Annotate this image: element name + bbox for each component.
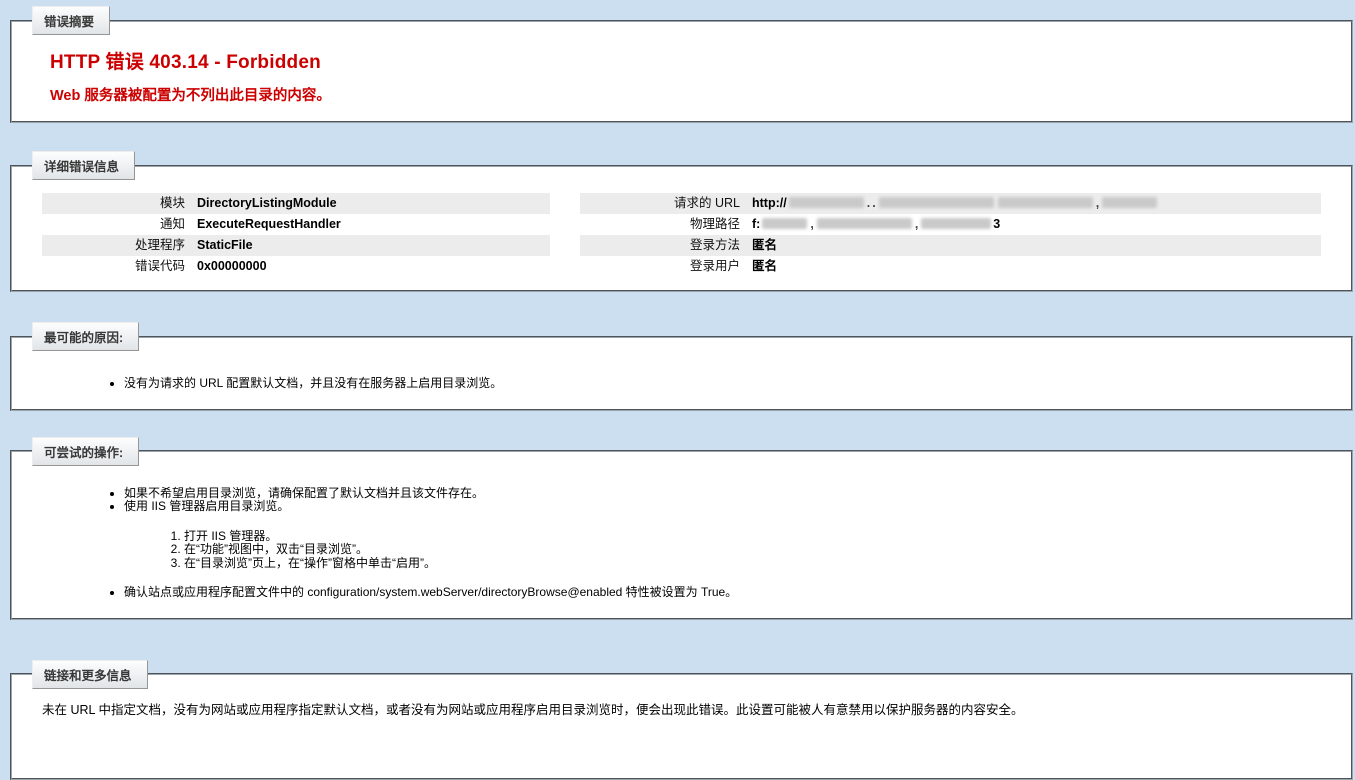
row-value: DirectoryListingModule [197, 193, 337, 214]
table-row: 错误代码 0x00000000 [42, 256, 550, 277]
row-label: 请求的 URL [580, 193, 752, 214]
table-row: 登录方法 匿名 [580, 235, 1321, 256]
row-label: 处理程序 [42, 235, 197, 256]
step-item: 在“功能”视图中，双击“目录浏览”。 [184, 543, 1321, 557]
row-label: 登录用户 [580, 256, 752, 277]
physical-path-value: f:,,3 [752, 214, 1000, 235]
details-table: 模块 DirectoryListingModule 通知 ExecuteRequ… [42, 193, 1321, 277]
redacted-segment [1102, 197, 1157, 208]
things-to-try-legend: 可尝试的操作: [32, 437, 139, 466]
table-row: 请求的 URL http://.., [580, 193, 1321, 214]
table-row: 登录用户 匿名 [580, 256, 1321, 277]
row-label: 通知 [42, 214, 197, 235]
detailed-error-legend: 详细错误信息 [32, 151, 135, 180]
redacted-segment [998, 197, 1093, 208]
redacted-segment [879, 197, 994, 208]
redacted-segment [817, 218, 912, 229]
row-label: 物理路径 [580, 214, 752, 235]
error-summary-section: 错误摘要 HTTP 错误 403.14 - Forbidden Web 服务器被… [10, 6, 1353, 123]
iis-error-page: { "colors": { "page_background": "#CBDFF… [0, 6, 1355, 648]
iis-steps-list: 打开 IIS 管理器。 在“功能”视图中，双击“目录浏览”。 在“目录浏览”页上… [124, 530, 1321, 571]
causes-list: 没有为请求的 URL 配置默认文档，并且没有在服务器上启用目录浏览。 [42, 377, 1321, 391]
table-row: 处理程序 StaticFile [42, 235, 550, 256]
links-more-info-legend: 链接和更多信息 [32, 660, 148, 689]
redacted-segment [921, 218, 991, 229]
actions-list: 如果不希望启用目录浏览，请确保配置了默认文档并且该文件存在。 使用 IIS 管理… [42, 487, 1321, 600]
action-item: 确认站点或应用程序配置文件中的 configuration/system.web… [124, 586, 1321, 600]
error-subtitle: Web 服务器被配置为不列出此目录的内容。 [50, 84, 1321, 105]
links-info-text: 未在 URL 中指定文档，没有为网站或应用程序指定默认文档，或者没有为网站或应用… [42, 703, 1321, 718]
row-label: 错误代码 [42, 256, 197, 277]
details-right-column: 请求的 URL http://.., 物理路径 f:,,3 登录方法 匿名 登录… [580, 193, 1321, 277]
row-value: StaticFile [197, 235, 253, 256]
table-row: 通知 ExecuteRequestHandler [42, 214, 550, 235]
likely-causes-section: 最可能的原因: 没有为请求的 URL 配置默认文档，并且没有在服务器上启用目录浏… [10, 322, 1353, 411]
cause-item: 没有为请求的 URL 配置默认文档，并且没有在服务器上启用目录浏览。 [124, 377, 1321, 391]
detailed-error-section: 详细错误信息 模块 DirectoryListingModule 通知 Exec… [10, 151, 1353, 292]
likely-causes-legend: 最可能的原因: [32, 322, 139, 351]
action-item: 如果不希望启用目录浏览，请确保配置了默认文档并且该文件存在。 [124, 487, 1321, 501]
row-value: 匿名 [752, 256, 777, 277]
details-left-column: 模块 DirectoryListingModule 通知 ExecuteRequ… [42, 193, 550, 277]
table-row: 物理路径 f:,,3 [580, 214, 1321, 235]
redacted-segment [789, 197, 864, 208]
row-label: 模块 [42, 193, 197, 214]
step-item: 在“目录浏览”页上，在“操作”窗格中单击“启用”。 [184, 557, 1321, 571]
action-item: 使用 IIS 管理器启用目录浏览。 打开 IIS 管理器。 在“功能”视图中，双… [124, 500, 1321, 570]
error-title: HTTP 错误 403.14 - Forbidden [50, 47, 1321, 74]
requested-url-value: http://.., [752, 193, 1159, 214]
row-value: 匿名 [752, 235, 777, 256]
things-to-try-section: 可尝试的操作: 如果不希望启用目录浏览，请确保配置了默认文档并且该文件存在。 使… [10, 437, 1353, 620]
links-more-info-section: 链接和更多信息 未在 URL 中指定文档，没有为网站或应用程序指定默认文档，或者… [10, 660, 1353, 780]
row-value: 0x00000000 [197, 256, 267, 277]
error-summary-legend: 错误摘要 [32, 6, 110, 35]
redacted-segment [762, 218, 807, 229]
step-item: 打开 IIS 管理器。 [184, 530, 1321, 544]
row-value: ExecuteRequestHandler [197, 214, 341, 235]
table-row: 模块 DirectoryListingModule [42, 193, 550, 214]
row-label: 登录方法 [580, 235, 752, 256]
